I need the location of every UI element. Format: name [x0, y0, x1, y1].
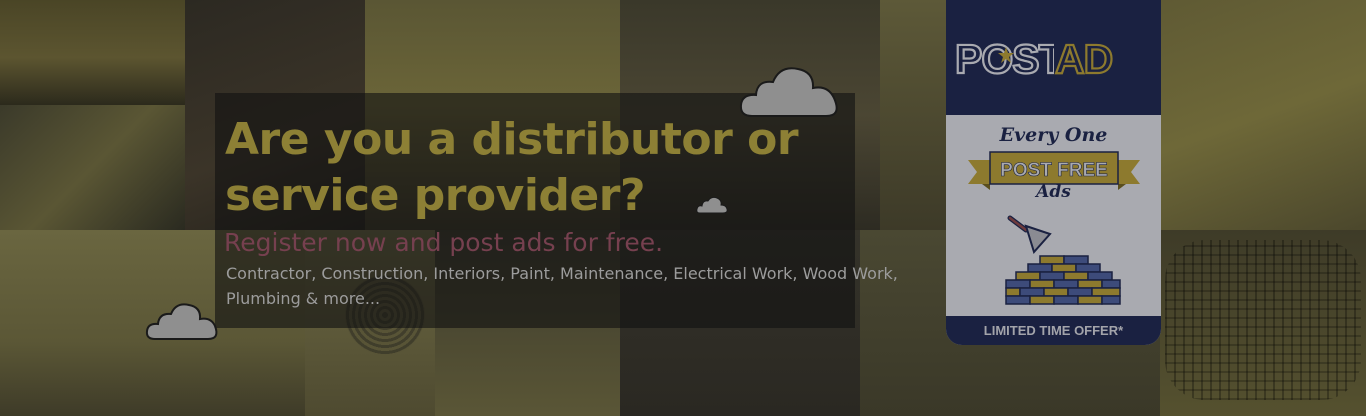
fan-grill-graphic: [1165, 240, 1361, 400]
post-ad-promo-panel[interactable]: POST AD Every One POST FREE Ads: [946, 0, 1161, 345]
svg-text:AD: AD: [1055, 36, 1112, 82]
limited-offer-label: LIMITED TIME OFFER*: [983, 323, 1124, 338]
cloud-icon: [739, 67, 838, 117]
tagline-bottom: Ads: [1036, 182, 1071, 202]
subheadline: Register now and post ads for free.: [224, 228, 664, 257]
services-list: Contractor, Construction, Interiors, Pai…: [226, 264, 898, 308]
hero-banner[interactable]: Are you a distributor or service provide…: [0, 0, 1366, 416]
cloud-icon: [145, 303, 218, 340]
offer-footer: LIMITED TIME OFFER*: [946, 316, 1161, 345]
svg-text:POST FREE: POST FREE: [1000, 160, 1108, 181]
photo-tile-building: [0, 0, 185, 105]
trowel-bricks-icon: [1005, 215, 1121, 305]
headline: Are you a distributor or service provide…: [225, 114, 799, 221]
tagline-top: Every One: [999, 124, 1108, 146]
photo-tile-construction-site: [1160, 0, 1366, 230]
postad-logo: POST AD: [954, 35, 1152, 83]
cloud-icon: [696, 196, 728, 214]
photo-tile-workers: [0, 105, 185, 230]
